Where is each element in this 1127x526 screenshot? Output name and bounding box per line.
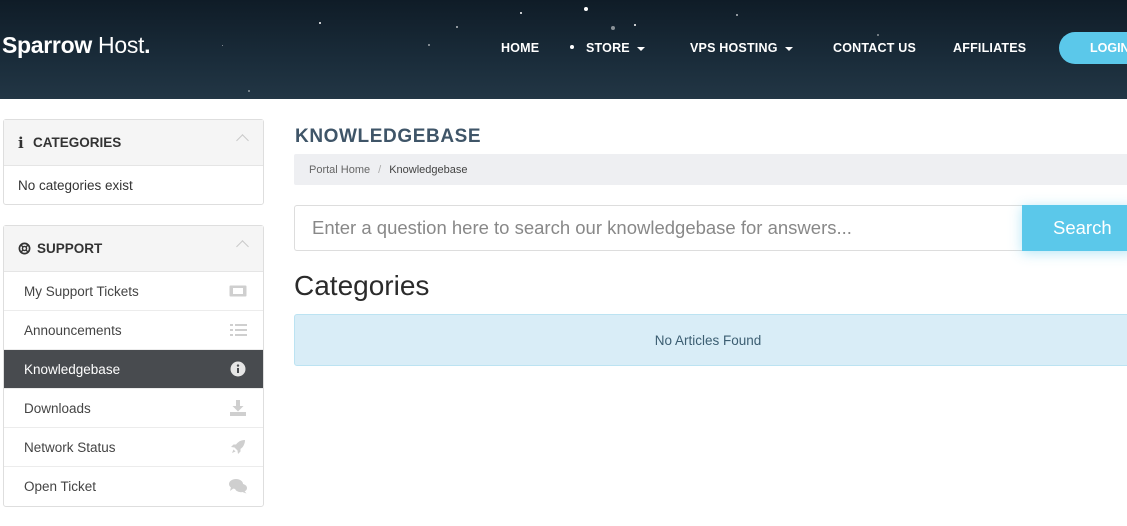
- ticket-icon: [229, 283, 247, 299]
- support-panel-header[interactable]: SUPPORT: [4, 226, 263, 272]
- sidebar-item-downloads[interactable]: Downloads: [4, 389, 263, 428]
- sidebar-item-label: Open Ticket: [24, 479, 97, 494]
- sidebar-item-open-ticket[interactable]: Open Ticket: [4, 467, 263, 506]
- chevron-up-icon[interactable]: [236, 134, 249, 147]
- nav-home[interactable]: HOME: [501, 41, 539, 55]
- categories-panel-title: CATEGORIES: [33, 135, 122, 150]
- no-articles-alert: No Articles Found: [294, 314, 1127, 366]
- categories-empty-text: No categories exist: [18, 178, 133, 193]
- breadcrumb-current: Knowledgebase: [389, 163, 468, 176]
- sidebar-item-knowledgebase[interactable]: Knowledgebase: [4, 350, 263, 389]
- categories-panel: i CATEGORIES No categories exist: [3, 119, 264, 205]
- sidebar-item-label: Knowledgebase: [24, 361, 121, 377]
- nav-vps-hosting[interactable]: VPS HOSTING: [690, 41, 793, 55]
- kb-search-form: Search: [294, 205, 1127, 251]
- main-nav: HOME STORE VPS HOSTING CONTACT US AFFILI…: [0, 0, 1127, 99]
- info-icon: i: [18, 133, 24, 152]
- sidebar-item-my-support-tickets[interactable]: My Support Tickets: [4, 272, 263, 311]
- breadcrumb-separator: /: [378, 163, 382, 176]
- nav-store[interactable]: STORE: [586, 41, 645, 55]
- sidebar-item-label: Downloads: [24, 400, 91, 416]
- breadcrumb: Portal Home / Knowledgebase: [294, 154, 1127, 185]
- nav-affiliates-label: AFFILIATES: [953, 41, 1027, 55]
- nav-vps-hosting-label: VPS HOSTING: [690, 41, 778, 55]
- categories-heading: Categories: [294, 270, 430, 301]
- sidebar-item-label: Network Status: [24, 439, 116, 455]
- support-panel-title: SUPPORT: [37, 241, 103, 256]
- sidebar-item-network-status[interactable]: Network Status: [4, 428, 263, 467]
- login-button[interactable]: LOGIN: [1059, 32, 1127, 64]
- list-icon: [229, 322, 247, 338]
- rocket-icon: [229, 439, 247, 455]
- comments-icon: [229, 478, 247, 494]
- support-panel: SUPPORT My Support Tickets Announcements…: [3, 225, 264, 507]
- nav-home-label: HOME: [501, 41, 540, 55]
- site-header: Sparrow Host. HOME STORE VPS HOSTING CON…: [0, 0, 1127, 99]
- nav-contact-us[interactable]: CONTACT US: [833, 41, 916, 55]
- nav-affiliates[interactable]: AFFILIATES: [953, 41, 1026, 55]
- sidebar-item-announcements[interactable]: Announcements: [4, 311, 263, 350]
- caret-down-icon: [636, 47, 645, 51]
- chevron-up-icon[interactable]: [236, 240, 249, 253]
- breadcrumb-link-portal-home[interactable]: Portal Home: [309, 164, 370, 176]
- sidebar-item-label: My Support Tickets: [24, 283, 139, 299]
- categories-panel-header[interactable]: i CATEGORIES: [4, 120, 263, 166]
- search-button[interactable]: Search: [1022, 205, 1127, 251]
- kb-search-input[interactable]: [294, 205, 1023, 251]
- info-circle-icon: [229, 361, 247, 377]
- nav-store-label: STORE: [586, 41, 630, 55]
- sidebar-item-label: Announcements: [24, 322, 122, 338]
- lifebuoy-icon: [18, 242, 32, 256]
- nav-contact-us-label: CONTACT US: [833, 41, 917, 55]
- caret-down-icon: [784, 47, 793, 51]
- page-title: KNOWLEDGEBASE: [295, 126, 482, 147]
- download-icon: [229, 400, 247, 416]
